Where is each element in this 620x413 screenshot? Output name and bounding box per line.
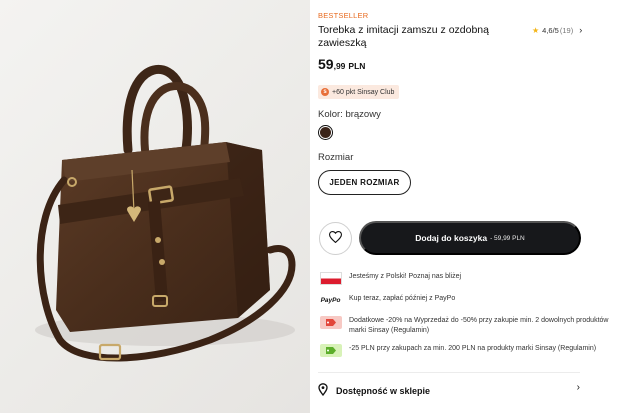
club-points-text: +60 pkt Sinsay Club [332, 88, 395, 96]
handbag-illustration [35, 64, 296, 362]
perk-text: Jesteśmy z Polski! Poznaj nas bliżej [349, 273, 462, 280]
perk-sale-discount[interactable]: Dodatkowe -20% na Wyprzedaż do -50% przy… [318, 316, 611, 336]
size-option-button[interactable]: JEDEN ROZMIAR [318, 170, 411, 195]
chevron-right-icon: › [576, 382, 580, 393]
add-to-cart-label: Dodaj do koszyka [415, 233, 488, 243]
product-info-panel: BESTSELLER Torebka z imitacji zamszu z o… [318, 0, 620, 413]
rating-value: 4,6/5 [542, 25, 559, 35]
discount-tag-icon [318, 316, 343, 329]
availability-label: Dostępność w sklepie [336, 385, 431, 396]
price-main: 59 [318, 56, 334, 72]
color-swatch[interactable] [318, 125, 333, 140]
color-swatch-fill [320, 127, 331, 138]
divider [318, 372, 580, 373]
price-decimals: ,99 [333, 61, 346, 71]
rating-link[interactable]: ★ 4,6/5 (19) › [532, 25, 582, 35]
star-icon: ★ [532, 25, 540, 35]
rating-count: (19) [559, 25, 574, 35]
discount-tag-icon [318, 344, 343, 357]
poland-flag-icon [318, 272, 343, 285]
size-label: Rozmiar [318, 152, 354, 163]
price-currency: PLN [348, 61, 366, 71]
color-label: Kolor: brązowy [318, 109, 381, 120]
add-to-cart-price: - 59,99 PLN [490, 234, 525, 242]
favorite-button[interactable] [319, 222, 352, 255]
product-title: Torebka z imitacji zamszu z ozdobną zawi… [318, 24, 489, 49]
product-image[interactable] [0, 0, 310, 413]
perk-text: -25 PLN przy zakupach za min. 200 PLN na… [349, 345, 597, 352]
paypo-logo: PayPo [320, 296, 341, 304]
location-pin-icon [318, 383, 328, 398]
chevron-right-icon: › [579, 25, 583, 35]
store-availability-link[interactable]: Dostępność w sklepie › [318, 382, 580, 398]
perk-voucher[interactable]: -25 PLN przy zakupach za min. 200 PLN na… [318, 344, 611, 357]
perk-paypo[interactable]: PayPo Kup teraz, zapłać później z PayPo [318, 294, 611, 307]
add-to-cart-button[interactable]: Dodaj do koszyka - 59,99 PLN [359, 221, 581, 255]
club-coin-icon: s [321, 88, 329, 96]
bestseller-badge: BESTSELLER [318, 11, 369, 20]
heart-icon [328, 231, 343, 246]
perk-polish-brand[interactable]: Jesteśmy z Polski! Poznaj nas bliżej [318, 272, 611, 285]
perk-text: Kup teraz, zapłać później z PayPo [349, 295, 456, 302]
perk-text: Dodatkowe -20% na Wyprzedaż do -50% przy… [349, 317, 609, 334]
club-points-badge: s +60 pkt Sinsay Club [318, 85, 400, 99]
product-price: 59 ,99 PLN [318, 56, 365, 72]
